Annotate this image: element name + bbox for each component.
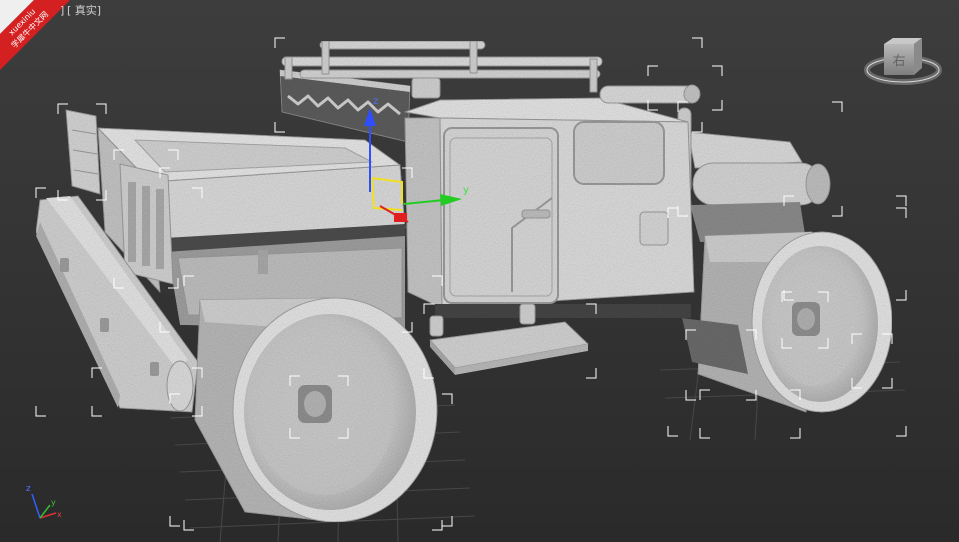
cab-window <box>573 121 665 185</box>
viewport-perspective[interactable]: z y z x y 右 xuexiniu 学犀牛中文网 ] [ 真实] <box>0 0 959 542</box>
gizmo-y-label: y <box>463 185 469 196</box>
tripod-z-label: z <box>26 484 31 494</box>
gizmo-center[interactable] <box>394 213 407 222</box>
viewport-shading-label[interactable]: [ 真实] <box>67 3 101 17</box>
viewport-label-prefix[interactable]: ] <box>60 4 64 17</box>
tripod-x-label: x <box>57 510 62 519</box>
viewcube-face-label[interactable]: 右 <box>892 54 905 69</box>
door-handle[interactable] <box>521 209 551 219</box>
cab-vent <box>639 211 669 246</box>
gizmo-z-label: z <box>373 96 378 107</box>
tripod-y-label: y <box>51 498 56 507</box>
